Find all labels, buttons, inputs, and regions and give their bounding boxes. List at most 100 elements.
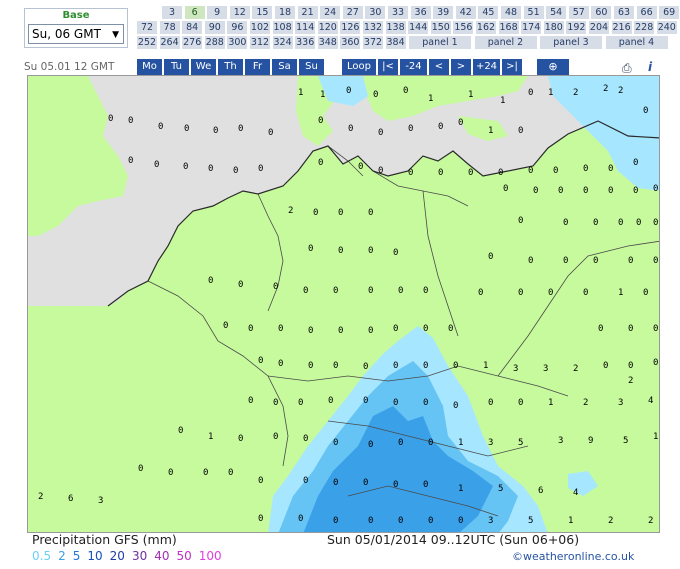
forecast-hour-21[interactable]: 21 bbox=[297, 6, 318, 19]
forecast-hour-42[interactable]: 42 bbox=[455, 6, 476, 19]
forecast-hour-panel-2[interactable]: panel 2 bbox=[474, 36, 537, 49]
forecast-hour-240[interactable]: 240 bbox=[656, 21, 677, 34]
forecast-hour-126[interactable]: 126 bbox=[340, 21, 361, 34]
forecast-hour-panel-1[interactable]: panel 1 bbox=[409, 36, 471, 49]
day-button-th[interactable]: Th bbox=[218, 59, 243, 75]
map-precip-value: 0 bbox=[653, 184, 659, 194]
forecast-hour-192[interactable]: 192 bbox=[566, 21, 587, 34]
forecast-hour-114[interactable]: 114 bbox=[295, 21, 316, 34]
legend-value: 5 bbox=[72, 549, 81, 563]
map-precip-value: 0 bbox=[428, 438, 434, 448]
map-precip-value: 0 bbox=[223, 321, 229, 331]
forecast-hour-372[interactable]: 372 bbox=[363, 36, 383, 49]
control-button-3[interactable]: < bbox=[429, 59, 449, 75]
forecast-hour-144[interactable]: 144 bbox=[408, 21, 429, 34]
forecast-hour-204[interactable]: 204 bbox=[589, 21, 609, 34]
forecast-hour-panel-3[interactable]: panel 3 bbox=[540, 36, 602, 49]
info-icon[interactable]: i bbox=[648, 60, 652, 74]
base-time-select[interactable]: Su, 06 GMT ▼ bbox=[28, 24, 124, 44]
day-button-we[interactable]: We bbox=[191, 59, 216, 75]
forecast-hour-348[interactable]: 348 bbox=[317, 36, 338, 49]
forecast-hour-180[interactable]: 180 bbox=[543, 21, 564, 34]
forecast-hour-78[interactable]: 78 bbox=[159, 21, 180, 34]
forecast-hour-156[interactable]: 156 bbox=[453, 21, 474, 34]
site-credit-link[interactable]: ©weatheronline.co.uk bbox=[512, 550, 634, 563]
forecast-hour-66[interactable]: 66 bbox=[636, 6, 657, 19]
forecast-hour-39[interactable]: 39 bbox=[433, 6, 454, 19]
map-precip-value: 1 bbox=[548, 398, 554, 408]
day-button-sa[interactable]: Sa bbox=[272, 59, 297, 75]
legend-value: 30 bbox=[131, 549, 148, 563]
map-precip-value: 0 bbox=[488, 398, 494, 408]
forecast-hour-84[interactable]: 84 bbox=[182, 21, 203, 34]
map-precip-value: 2 bbox=[648, 516, 654, 526]
forecast-hour-63[interactable]: 63 bbox=[614, 6, 634, 19]
day-button-su[interactable]: Su bbox=[299, 59, 324, 75]
forecast-hour-216[interactable]: 216 bbox=[611, 21, 632, 34]
forecast-hour-18[interactable]: 18 bbox=[275, 6, 295, 19]
forecast-hour-108[interactable]: 108 bbox=[272, 21, 293, 34]
forecast-hour-138[interactable]: 138 bbox=[385, 21, 406, 34]
forecast-hour-360[interactable]: 360 bbox=[340, 36, 361, 49]
forecast-hour-51[interactable]: 51 bbox=[523, 6, 544, 19]
forecast-hour-12[interactable]: 12 bbox=[229, 6, 250, 19]
forecast-hour-15[interactable]: 15 bbox=[252, 6, 273, 19]
forecast-hour-384[interactable]: 384 bbox=[385, 36, 406, 49]
day-button-mo[interactable]: Mo bbox=[137, 59, 162, 75]
printer-icon[interactable]: ⎙ bbox=[622, 61, 632, 76]
forecast-hour-30[interactable]: 30 bbox=[365, 6, 386, 19]
forecast-hour-252[interactable]: 252 bbox=[137, 36, 157, 49]
forecast-hour-45[interactable]: 45 bbox=[478, 6, 499, 19]
forecast-hour-9[interactable]: 9 bbox=[207, 6, 228, 19]
map-precip-value: 2 bbox=[288, 206, 294, 216]
forecast-hour-300[interactable]: 300 bbox=[227, 36, 248, 49]
control-button-1[interactable]: |< bbox=[378, 59, 398, 75]
day-button-tu[interactable]: Tu bbox=[164, 59, 189, 75]
forecast-hour-27[interactable]: 27 bbox=[342, 6, 363, 19]
forecast-hour-69[interactable]: 69 bbox=[659, 6, 680, 19]
forecast-hour-24[interactable]: 24 bbox=[320, 6, 341, 19]
control-button-5[interactable]: +24 bbox=[473, 59, 500, 75]
forecast-hour-102[interactable]: 102 bbox=[250, 21, 270, 34]
forecast-hour-60[interactable]: 60 bbox=[591, 6, 612, 19]
map-precip-value: 0 bbox=[378, 128, 384, 138]
control-button-4[interactable]: > bbox=[451, 59, 471, 75]
map-precip-value: 0 bbox=[208, 164, 214, 174]
forecast-hour-96[interactable]: 96 bbox=[227, 21, 248, 34]
map-precip-value: 0 bbox=[308, 326, 314, 336]
forecast-hour-288[interactable]: 288 bbox=[204, 36, 225, 49]
forecast-hour-150[interactable]: 150 bbox=[430, 21, 451, 34]
forecast-hour-336[interactable]: 336 bbox=[295, 36, 316, 49]
forecast-hour-3[interactable]: 3 bbox=[162, 6, 182, 19]
control-button-6[interactable]: >| bbox=[502, 59, 522, 75]
forecast-hour-312[interactable]: 312 bbox=[250, 36, 270, 49]
forecast-hour-panel-4[interactable]: panel 4 bbox=[605, 36, 668, 49]
forecast-hour-324[interactable]: 324 bbox=[272, 36, 293, 49]
control-button-0[interactable]: Loop bbox=[342, 59, 376, 75]
magnifier-plus-icon[interactable]: ⊕ bbox=[537, 59, 569, 75]
forecast-hour-132[interactable]: 132 bbox=[363, 21, 383, 34]
control-button-2[interactable]: -24 bbox=[400, 59, 427, 75]
forecast-hour-48[interactable]: 48 bbox=[501, 6, 521, 19]
forecast-hour-36[interactable]: 36 bbox=[410, 6, 431, 19]
forecast-hour-57[interactable]: 57 bbox=[568, 6, 589, 19]
map-precip-value: 0 bbox=[498, 168, 504, 178]
forecast-hour-162[interactable]: 162 bbox=[476, 21, 496, 34]
map-precip-value: 0 bbox=[183, 162, 189, 172]
day-button-fr[interactable]: Fr bbox=[245, 59, 270, 75]
forecast-hour-228[interactable]: 228 bbox=[634, 21, 655, 34]
forecast-hour-6[interactable]: 6 bbox=[184, 6, 205, 19]
forecast-hour-264[interactable]: 264 bbox=[159, 36, 180, 49]
forecast-hour-120[interactable]: 120 bbox=[317, 21, 338, 34]
forecast-hour-54[interactable]: 54 bbox=[546, 6, 567, 19]
map-precip-value: 0 bbox=[363, 362, 369, 372]
forecast-hour-168[interactable]: 168 bbox=[498, 21, 519, 34]
forecast-hour-174[interactable]: 174 bbox=[521, 21, 542, 34]
map-precip-value: 0 bbox=[378, 166, 384, 176]
forecast-hour-276[interactable]: 276 bbox=[182, 36, 203, 49]
map-precip-value: 0 bbox=[363, 478, 369, 488]
forecast-hour-72[interactable]: 72 bbox=[137, 21, 157, 34]
forecast-hour-90[interactable]: 90 bbox=[204, 21, 225, 34]
legend-scale: 0.5 2 5 10 20 30 40 50 100 bbox=[32, 549, 229, 563]
forecast-hour-33[interactable]: 33 bbox=[388, 6, 408, 19]
